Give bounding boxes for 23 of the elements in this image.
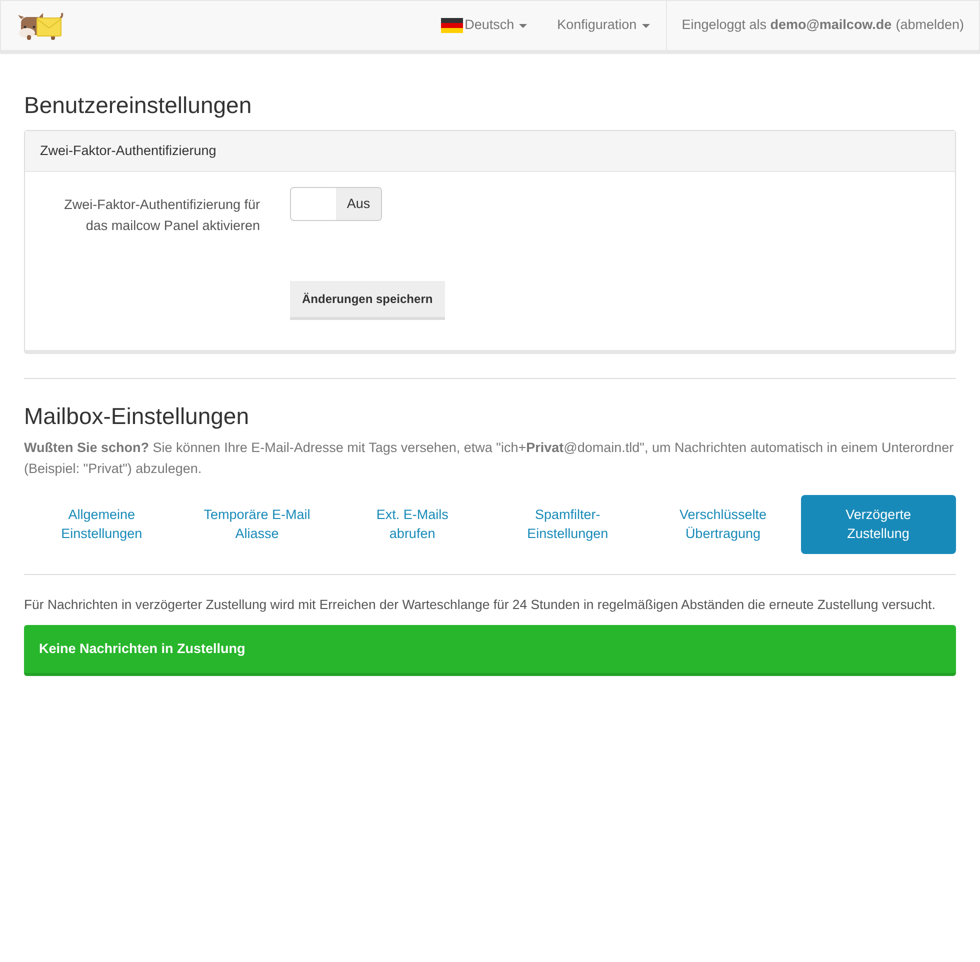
settings-tab[interactable]: Allgemeine Einstellungen bbox=[24, 494, 180, 554]
language-dropdown[interactable]: Deutsch bbox=[426, 1, 542, 50]
description-text: Für Nachrichten in verzögerter Zustellung wird mit Erreichen der Warteschlange für 24 Stunden in regelmäßigen Abständen die erneute Zustellung versucht. bbox=[24, 596, 936, 614]
settings-tab[interactable]: Verschlüsselte Übertragung bbox=[645, 494, 801, 554]
toggle-switch[interactable]: Aus bbox=[290, 186, 382, 221]
flag-icon bbox=[440, 18, 463, 33]
toggle-label: Zwei-Faktor-Authentifizierung für das mailcow Panel aktivieren bbox=[63, 196, 260, 235]
settings-tab[interactable]: Temporäre E-Mail Aliasse bbox=[179, 494, 335, 554]
settings-tab[interactable]: Ext. E-Mails abrufen bbox=[334, 494, 490, 554]
save-button[interactable]: Änderungen speichern bbox=[290, 280, 445, 320]
panel-heading: Zwei-Faktor-Authentifizierung bbox=[25, 130, 955, 172]
settings-tab[interactable]: Verzögerte Zustellung bbox=[800, 494, 956, 554]
success-alert: Keine Nachrichten in Zustellung bbox=[24, 624, 956, 676]
section-title: Benutzereinstellungen bbox=[24, 92, 253, 120]
logout-link[interactable]: (abmelden) bbox=[896, 15, 964, 36]
caret-icon bbox=[642, 24, 650, 28]
settings-tab[interactable]: Spamfilter-Einstellungen bbox=[490, 494, 646, 554]
tip-text: Wußten Sie schon? Sie können Ihre E-Mail-Adresse mit Tags versehen, etwa "ich+Privat@domain.tld", um Nachrichten automatisch in einem Unterordner (Beispiel: "Privat") abzulegen. bbox=[24, 439, 955, 478]
logo-drawing[interactable] bbox=[17, 10, 65, 40]
login-text: Eingeloggt als demo@mailcow.de bbox=[682, 16, 892, 34]
config-dropdown[interactable]: Konfiguration bbox=[542, 1, 666, 50]
section-title: Mailbox-Einstellungen bbox=[24, 402, 250, 430]
caret-icon bbox=[519, 24, 528, 28]
